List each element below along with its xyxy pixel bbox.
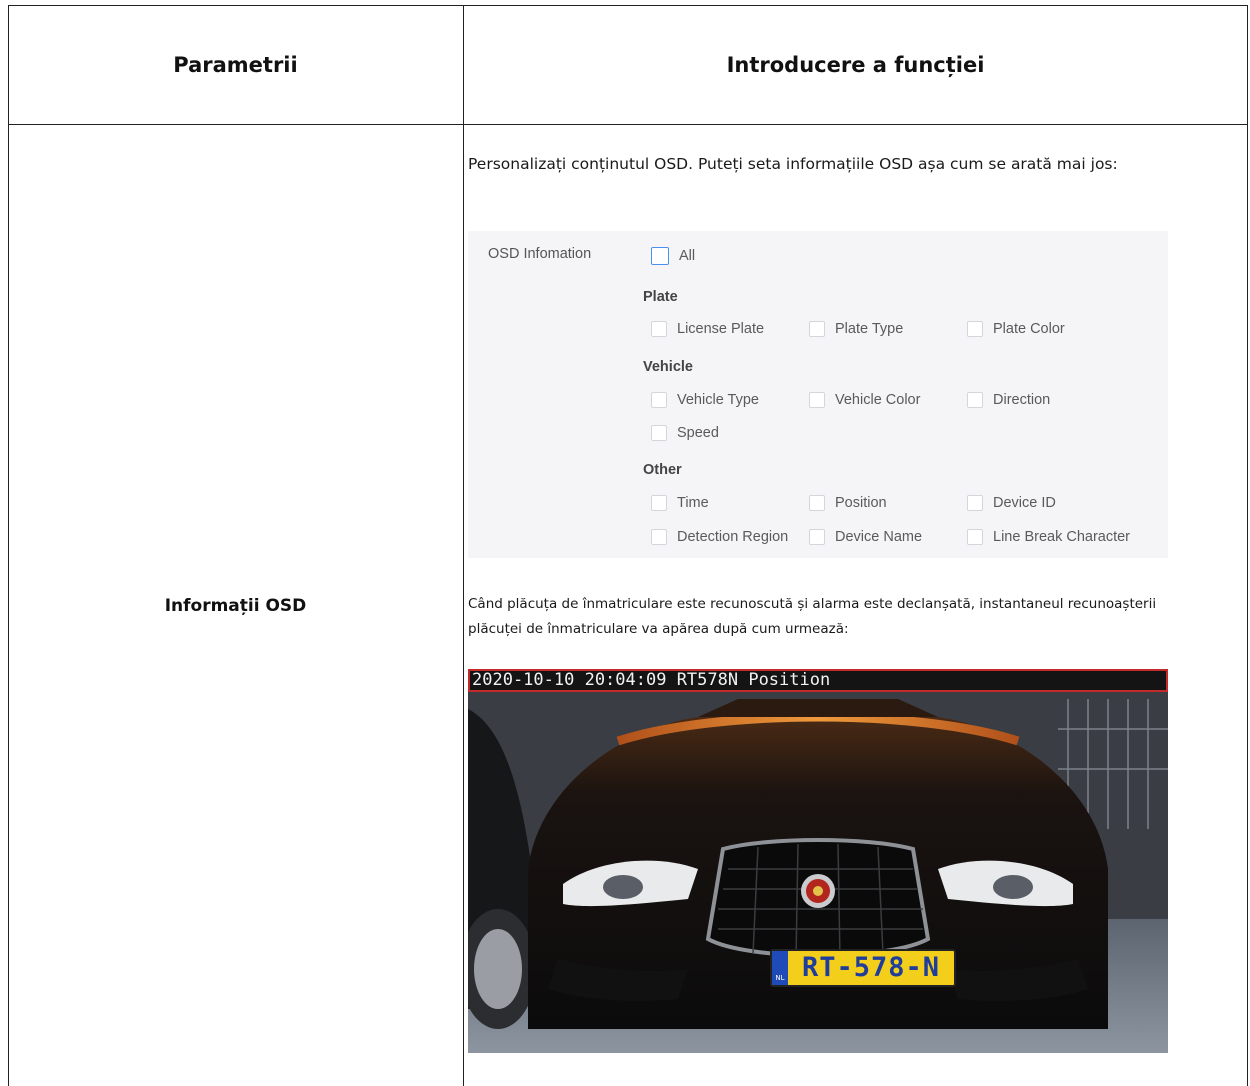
table-column-divider [463, 5, 464, 1086]
checkbox-time[interactable]: Time [651, 495, 709, 511]
checkbox-license-plate[interactable]: License Plate [651, 321, 764, 337]
checkbox-label: All [679, 248, 696, 264]
checkbox-box[interactable] [651, 392, 667, 408]
plate-country-code: NL [775, 974, 785, 982]
checkbox-box[interactable] [809, 529, 825, 545]
plate-recognition-snapshot: 2020-10-10 20:04:09 RT578N Position NL R… [468, 669, 1168, 1053]
checkbox-label: Device ID [993, 495, 1056, 511]
checkbox-label: Direction [993, 392, 1051, 408]
car-front-illustration [468, 669, 1168, 1053]
checkbox-box[interactable] [967, 321, 983, 337]
header-parameters: Parametrii [173, 52, 298, 77]
checkbox-plate-color[interactable]: Plate Color [967, 321, 1065, 337]
osd-information-label: OSD Infomation [488, 246, 592, 262]
checkbox-all[interactable]: All [651, 247, 695, 265]
plate-country-strip: NL [772, 951, 788, 985]
checkbox-label: Device Name [835, 529, 923, 545]
checkbox-box[interactable] [967, 529, 983, 545]
snapshot-note-text: Când plăcuța de înmatriculare este recun… [468, 596, 1157, 637]
group-other-heading: Other [643, 462, 682, 478]
checkbox-label: Time [677, 495, 709, 511]
checkbox-box[interactable] [809, 495, 825, 511]
checkbox-line-break-character[interactable]: Line Break Character [967, 529, 1130, 545]
checkbox-speed[interactable]: Speed [651, 425, 719, 441]
checkbox-vehicle-color[interactable]: Vehicle Color [809, 392, 920, 408]
checkbox-box[interactable] [651, 425, 667, 441]
checkbox-box[interactable] [809, 392, 825, 408]
osd-settings-panel: OSD Infomation All Plate License Plate P… [468, 231, 1168, 558]
plate-number: RT-578-N [801, 952, 941, 983]
license-plate: NL RT-578-N [770, 949, 956, 987]
parameter-name: Informații OSD [164, 596, 307, 616]
checkbox-label: Plate Color [993, 321, 1065, 337]
intro-text: Personalizați conținutul OSD. Puteți set… [468, 155, 1118, 173]
checkbox-box[interactable] [651, 495, 667, 511]
checkbox-box[interactable] [809, 321, 825, 337]
checkbox-box[interactable] [651, 321, 667, 337]
group-plate-heading: Plate [643, 289, 678, 305]
checkbox-box[interactable] [967, 495, 983, 511]
checkbox-direction[interactable]: Direction [967, 392, 1050, 408]
header-function-intro: Introducere a funcției [726, 52, 985, 77]
checkbox-box[interactable] [651, 247, 669, 265]
checkbox-label: Position [835, 495, 887, 511]
checkbox-label: Vehicle Color [835, 392, 921, 408]
checkbox-device-id[interactable]: Device ID [967, 495, 1056, 511]
checkbox-position[interactable]: Position [809, 495, 887, 511]
group-vehicle-heading: Vehicle [643, 359, 693, 375]
checkbox-label: Plate Type [835, 321, 904, 337]
checkbox-box[interactable] [967, 392, 983, 408]
table-border-left [8, 5, 9, 1086]
checkbox-plate-type[interactable]: Plate Type [809, 321, 903, 337]
checkbox-label: Speed [677, 425, 719, 441]
table-header-divider [8, 124, 1248, 125]
checkbox-label: Vehicle Type [677, 392, 759, 408]
checkbox-device-name[interactable]: Device Name [809, 529, 922, 545]
checkbox-label: Detection Region [677, 529, 789, 545]
checkbox-label: License Plate [677, 321, 765, 337]
table-border-right [1247, 5, 1248, 1086]
checkbox-label: Line Break Character [993, 529, 1131, 545]
checkbox-box[interactable] [651, 529, 667, 545]
osd-overlay-bar: 2020-10-10 20:04:09 RT578N Position [468, 669, 1168, 692]
checkbox-detection-region[interactable]: Detection Region [651, 529, 788, 545]
checkbox-vehicle-type[interactable]: Vehicle Type [651, 392, 759, 408]
